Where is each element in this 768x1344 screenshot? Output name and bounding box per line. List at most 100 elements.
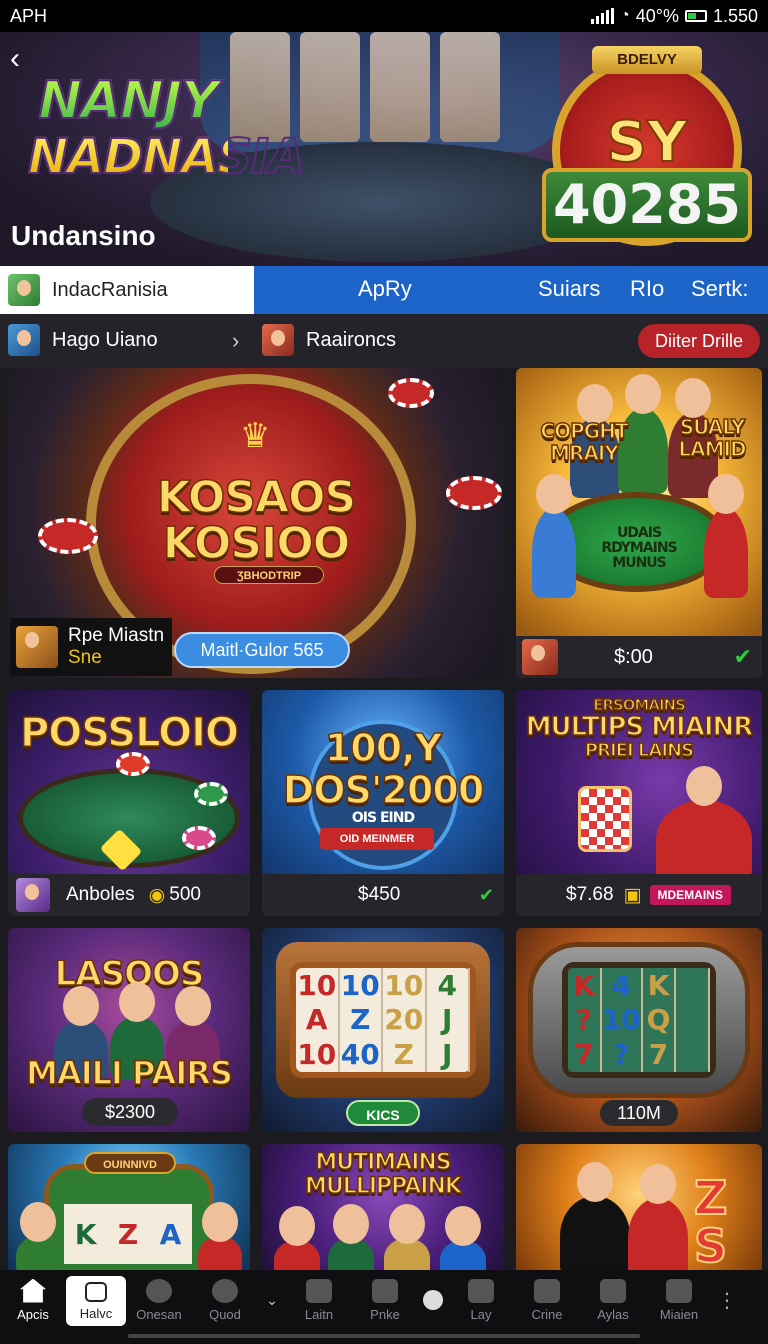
reel-symbol: ? (568, 1002, 602, 1038)
nav-onesan[interactable]: Onesan (126, 1270, 192, 1330)
game-card-7[interactable]: 10 10 10 4 A Z 20 J 10 40 Z J KICS (262, 928, 504, 1132)
screen-icon (666, 1278, 692, 1303)
status-right: ◔ 40°% 1.550 (591, 6, 758, 27)
card9-symbols: K Z A (64, 1204, 192, 1264)
check-icon: ✔ (478, 884, 494, 905)
tab-bar: IndacRanisia ApRy Suiars RIo Sertk: (0, 266, 768, 314)
nav-halvc[interactable]: Halvc (66, 1276, 126, 1326)
tab-user-profile[interactable]: IndacRanisia (0, 266, 254, 314)
tab-sertk[interactable]: Sertk: (691, 276, 748, 302)
featured-pill-button[interactable]: Maitl·Gulor 565 (174, 632, 350, 668)
reel-symbol: 4 (601, 968, 643, 1003)
card3-name: Anboles (66, 884, 135, 905)
game-card-4[interactable]: 100,Y DOS'2000 OIS EIND OID MEINMER $450… (262, 690, 504, 916)
game-card-3[interactable]: POSSLOIO Anboles ◉ 500 (8, 690, 250, 916)
reel-symbol: 7 (568, 1037, 602, 1072)
card7-plate: KICS (346, 1100, 420, 1126)
card10-title-2: MULLIPPAINK (304, 1173, 462, 1200)
featured-title-2: KOSIOO (162, 517, 351, 570)
nav-miaien[interactable]: Miaien (646, 1270, 712, 1330)
card5-footer: $7.68 ▣ MDEMAINS (516, 874, 762, 916)
crown-icon: ♛ (240, 417, 271, 455)
game-card-6[interactable]: LASOOS MAILI PAIRS $2300 (8, 928, 250, 1132)
avatar (16, 626, 58, 668)
nav-more-chevron[interactable]: ⌄ (258, 1270, 286, 1330)
card4-footer: $450 ✔ (262, 874, 504, 916)
card2-price: $:00 (614, 645, 653, 668)
reel-symbol (676, 968, 710, 1003)
filter-bar: Hago Uiano › Raaironcs Diiter Drille (0, 314, 768, 368)
status-bar: APH ◔ 40°% 1.550 (0, 0, 768, 32)
reel-symbol: 10 (296, 1037, 340, 1072)
tab-rio[interactable]: RIo (630, 276, 664, 302)
chevron-right-icon[interactable]: › (232, 328, 239, 354)
card8-reels: K 4 K? 10 Q 7? 7 (562, 962, 716, 1078)
game-card-featured[interactable]: ♛ KOSAOS KOSIOO ƷBHODTRIP Rpe Miastn Sne… (8, 368, 504, 678)
back-arrow-icon[interactable]: ‹ (10, 44, 36, 74)
bottom-nav: Apcis Halvc Onesan Quod ⌄ Laitn Pnke Lay… (0, 1270, 768, 1344)
reel-symbol: 10 (601, 1002, 643, 1038)
building-icon (306, 1278, 332, 1303)
card5-title: MULTIPS MIAINR (525, 711, 754, 743)
page-title: Undansino (11, 220, 156, 251)
nav-quod[interactable]: Quod (192, 1270, 258, 1330)
reel-symbol: Z (340, 1002, 383, 1038)
compass-icon (423, 1290, 443, 1310)
home-icon (20, 1278, 46, 1303)
card3-coin-value: 500 (169, 884, 201, 905)
logo-line-1: NANJY (28, 71, 228, 131)
featured-title-1: KOSAOS (156, 471, 357, 524)
check-icon: ✔ (733, 644, 752, 669)
tab-apry[interactable]: ApRy (358, 276, 412, 302)
brand-logo: NANJY NADNASIA (27, 71, 306, 222)
reel-symbol: Q (642, 1002, 677, 1038)
house-outline-icon (85, 1281, 107, 1302)
coin-icon: ◉ (148, 884, 166, 906)
reel-symbol (676, 1002, 710, 1038)
card8-price: 110M (600, 1100, 678, 1126)
chat-icon (600, 1278, 626, 1303)
logo-line-2: NADNASIA (27, 129, 306, 185)
nav-compass[interactable] (418, 1270, 448, 1330)
avatar (8, 274, 40, 306)
reel-symbol: J (427, 1002, 470, 1038)
reel-symbol: 10 (383, 968, 427, 1003)
avatar (8, 324, 40, 356)
nav-aylas[interactable]: Aylas (580, 1270, 646, 1330)
filter-left[interactable]: Hago Uiano (8, 324, 158, 356)
clock: 1.550 (712, 5, 758, 26)
nav-crine[interactable]: Crine (514, 1270, 580, 1330)
reel-symbol: 10 (340, 968, 383, 1003)
filter-mid[interactable]: Raaironcs (262, 324, 396, 356)
card4-title-2: DOS'2000 (282, 767, 485, 813)
nav-lay[interactable]: Lay (448, 1270, 514, 1330)
reel-symbol: ? (601, 1037, 643, 1072)
featured-player: Rpe Miastn Sne (10, 618, 172, 676)
game-card-11[interactable]: Z S (516, 1144, 762, 1270)
card5-tag: MDEMAINS (649, 885, 731, 905)
person-icon (468, 1278, 494, 1303)
game-card-9[interactable]: OUINNIVD K Z A (8, 1144, 250, 1270)
nav-home[interactable]: Apcis (0, 1270, 66, 1330)
game-card-5[interactable]: ERSOMAINS MULTIPS MIAINR PRIEI LAINS $7.… (516, 690, 762, 916)
game-card-10[interactable]: MUTIMAINS MULLIPPAINK (262, 1144, 504, 1270)
avatar (522, 639, 558, 675)
tab-suiars[interactable]: Suiars (538, 276, 600, 302)
reel-symbol: 4 (427, 968, 470, 1003)
card4-price: $450 (358, 884, 401, 905)
reel-symbol: A (296, 1002, 340, 1038)
game-card-8[interactable]: K 4 K? 10 Q 7? 7 110M (516, 928, 762, 1132)
reel-symbol: J (427, 1037, 470, 1072)
card4-plate: OID MEINMER (320, 828, 434, 850)
avatar (16, 878, 50, 912)
chevron-down-icon: ⌄ (266, 1291, 278, 1308)
card2-right-label: SUALY LAMID (678, 415, 748, 461)
timer-icon (146, 1278, 172, 1303)
nav-pnke[interactable]: Pnke (352, 1270, 418, 1330)
search-icon (212, 1278, 238, 1303)
diiter-button[interactable]: Diiter Drille (638, 324, 760, 358)
nav-overflow[interactable]: ⋮ (712, 1270, 742, 1330)
card5-price: $7.68 (566, 884, 614, 905)
nav-laitn[interactable]: Laitn (286, 1270, 352, 1330)
game-card-2[interactable]: COPGHT MRAIY SUALY LAMID UDAIS RDYMAINS … (516, 368, 762, 678)
